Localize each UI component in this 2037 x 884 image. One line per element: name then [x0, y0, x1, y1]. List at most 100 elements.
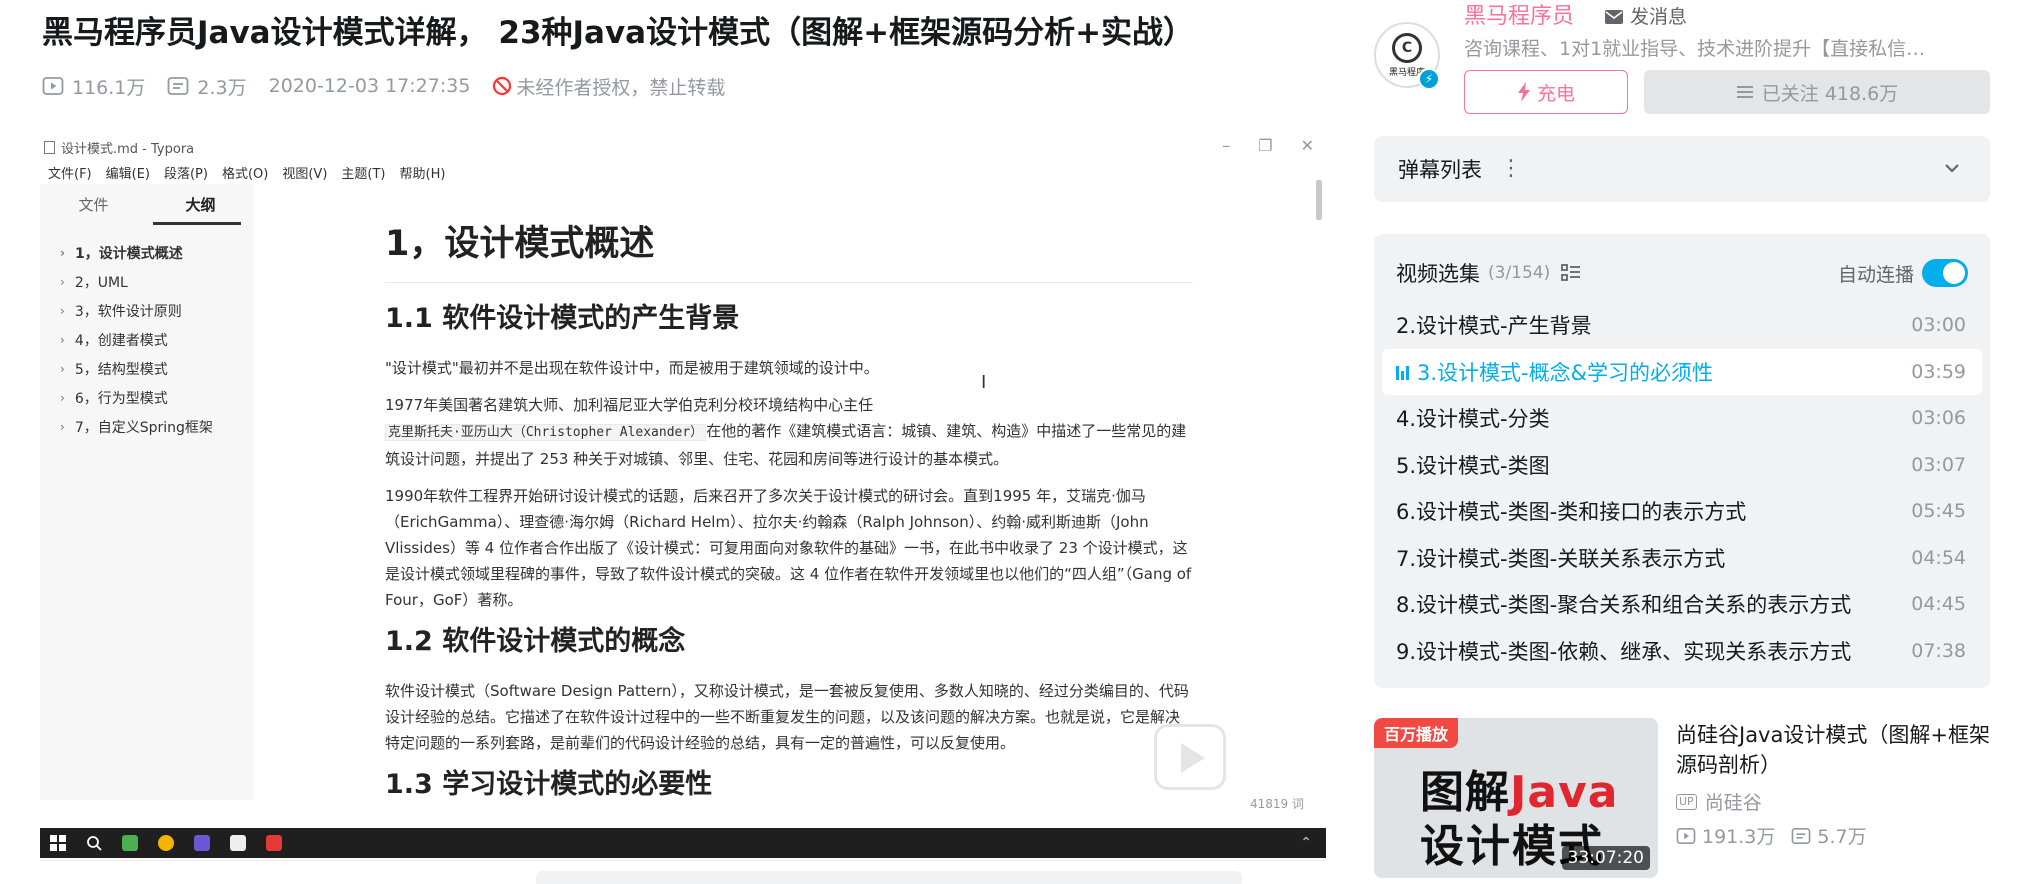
recommended-stats: 191.3万 5.7万 — [1676, 822, 1883, 849]
menu-lines-icon — [1736, 86, 1753, 98]
play-count-icon — [42, 77, 64, 95]
outline-item: › 3，软件设计原则 — [40, 296, 254, 325]
play-count-icon — [1676, 827, 1696, 844]
doc-paragraph: 1990年软件工程界开始研讨设计模式的话题，后来召开了多次关于设计模式的研讨会。… — [385, 487, 1192, 609]
autoplay-toggle[interactable] — [1922, 259, 1968, 287]
typora-icon — [230, 835, 246, 851]
outline-label: 1，设计模式概述 — [74, 245, 183, 262]
doc-paragraph: 软件设计模式（Software Design Pattern），又称设计模式，是… — [385, 682, 1189, 752]
recommended-uploader[interactable]: UP 尚硅谷 — [1676, 788, 1762, 815]
playlist-item[interactable]: 5.设计模式-类图 03:07 — [1382, 442, 1982, 489]
video-meta: 116.1万 2.3万 2020-12-03 17:27:35 未经作者授权，禁… — [42, 72, 725, 100]
menu-format: 格式(O) — [221, 166, 269, 182]
danmaku-count-text: 2.3万 — [197, 76, 247, 99]
uploader-description: 咨询课程、1对1就业指导、技术进阶提升【直接私信… — [1464, 38, 1926, 60]
recommended-title[interactable]: 尚硅谷Java设计模式（图解+框架源码剖析） — [1676, 720, 1990, 780]
recommended-views-text: 191.3万 — [1702, 826, 1776, 848]
video-playlist: 视频选集 (3/154) 自动连播 2.设计模式-产生背景 03:00 3.设计模… — [1374, 234, 1990, 688]
danmaku-count: 2.3万 — [167, 73, 247, 100]
recommended-duration: 33:07:20 — [1561, 846, 1650, 870]
playlist-header: 视频选集 (3/154) — [1396, 256, 1582, 290]
now-playing-icon — [1396, 364, 1409, 380]
typora-document: 1，设计模式概述 1.1 软件设计模式的产生背景 "设计模式"最初并不是出现在软… — [385, 220, 1193, 821]
follow-button[interactable]: 已关注 418.6万 — [1644, 70, 1990, 114]
playlist-item[interactable]: 8.设计模式-类图-聚合关系和组合关系的表示方式 04:45 — [1382, 581, 1982, 628]
windows-start-icon — [50, 835, 66, 851]
danmaku-list-label: 弹幕列表 — [1398, 158, 1482, 182]
danmaku-icon — [1792, 827, 1811, 844]
autoplay-control: 自动连播 — [1838, 256, 1968, 290]
danmaku-input-bar[interactable] — [536, 871, 1242, 884]
recommended-danmaku-text: 5.7万 — [1817, 826, 1867, 848]
episode-duration: 03:00 — [1911, 314, 1966, 337]
doc-scrollbar — [1316, 180, 1322, 220]
playlist-item[interactable]: 6.设计模式-类图-类和接口的表示方式 05:45 — [1382, 488, 1982, 535]
episode-duration: 03:06 — [1911, 407, 1966, 430]
view-count-text: 116.1万 — [72, 76, 146, 99]
recommended-uploader-name: 尚硅谷 — [1704, 792, 1762, 814]
outline-item: › 5，结构型模式 — [40, 354, 254, 383]
menu-edit: 编辑(E) — [105, 166, 150, 182]
playlist-item-active[interactable]: 3.设计模式-概念&学习的必须性 03:59 — [1382, 348, 1982, 395]
episode-title: 4.设计模式-分类 — [1396, 407, 1550, 432]
recommended-video-card[interactable]: 图解Java 设计模式 百万播放 33:07:20 尚硅谷Java设计模式（图解… — [1374, 718, 1990, 882]
playlist-item[interactable]: 7.设计模式-类图-关联关系表示方式 04:54 — [1382, 535, 1982, 582]
tray-chevron-up-icon: ⌃ — [1300, 835, 1312, 851]
mail-icon — [1605, 10, 1623, 24]
chevron-down-icon[interactable] — [1942, 158, 1962, 178]
outline-item: › 4，创建者模式 — [40, 325, 254, 354]
outline-label: 2，UML — [74, 274, 128, 291]
episode-duration: 07:38 — [1911, 639, 1966, 662]
outline-list: › 1，设计模式概述 › 2，UML › 3，软件设计原则 › 4，创建者模式 › 5，结… — [40, 238, 254, 441]
doc-heading-2: 1.2 软件设计模式的概念 — [385, 626, 686, 657]
doc-heading-2: 1.1 软件设计模式的产生背景 — [385, 303, 740, 334]
episode-title: 9.设计模式-类图-依赖、继承、实现关系表示方式 — [1396, 639, 1852, 664]
lightning-icon — [1517, 82, 1530, 102]
search-icon — [87, 836, 102, 851]
video-page: 黑马程序员Java设计模式详解， 23种Java设计模式（图解+框架源码分析+实… — [0, 0, 2037, 884]
episode-duration: 04:54 — [1911, 546, 1966, 569]
tab-files: 文件 — [78, 195, 109, 214]
more-vertical-icon[interactable]: ⋮ — [1500, 158, 1522, 180]
outline-item: › 6，行为型模式 — [40, 383, 254, 412]
playlist-item[interactable]: 4.设计模式-分类 03:06 — [1382, 395, 1982, 442]
recommended-views: 191.3万 — [1676, 822, 1775, 849]
document-icon — [44, 140, 55, 154]
playlist-items: 2.设计模式-产生背景 03:00 3.设计模式-概念&学习的必须性 03:59 4… — [1382, 302, 1982, 674]
outline-label: 7，自定义Spring框架 — [74, 419, 213, 436]
typora-titlebar: 设计模式.md - Typora – ❐ ✕ — [40, 134, 1326, 160]
danmaku-icon — [168, 77, 189, 95]
episode-title: 8.设计模式-类图-聚合关系和组合关系的表示方式 — [1396, 593, 1852, 618]
danmaku-list-bar[interactable]: 弹幕列表 ⋮ — [1374, 136, 1990, 202]
playlist-item[interactable]: 2.设计模式-产生背景 03:00 — [1382, 302, 1982, 349]
menu-file: 文件(F) — [48, 166, 92, 182]
charge-label: 充电 — [1536, 82, 1575, 105]
outline-label: 5，结构型模式 — [74, 361, 168, 378]
uploader-name[interactable]: 黑马程序员 — [1464, 2, 1574, 32]
outline-item: › 7，自定义Spring框架 — [40, 412, 254, 441]
list-view-icon[interactable] — [1560, 262, 1582, 284]
inline-code: 克里斯托夫·亚历山大（Christopher Alexander） — [385, 424, 707, 441]
charge-button[interactable]: 充电 — [1464, 70, 1628, 114]
playlist-item[interactable]: 9.设计模式-类图-依赖、继承、实现关系表示方式 07:38 — [1382, 628, 1982, 675]
typora-sidebar: 文件 大纲 › 1，设计模式概述 › 2，UML › 3，软件设计原则 › 4，创建者模… — [40, 184, 254, 800]
chevron-right-icon: › — [60, 274, 65, 289]
up-tag-icon: UP — [1676, 793, 1697, 810]
doc-paragraph: 1977年美国著名建筑大师、加利福尼亚大学伯克利分校环境结构中心主任克里斯托夫·… — [385, 392, 1193, 472]
text-cursor-icon: I — [981, 372, 987, 393]
sidebar-tabs: 文件 大纲 — [40, 184, 254, 225]
typora-menubar: 文件(F) 编辑(E) 段落(P) 格式(O) 视图(V) 主题(T) 帮助(H… — [40, 160, 1326, 184]
send-message-link[interactable]: 发消息 — [1604, 4, 1687, 30]
menu-theme: 主题(T) — [341, 166, 386, 182]
outline-item: › 2，UML — [40, 267, 254, 296]
typora-window-title: 设计模式.md - Typora — [61, 141, 195, 157]
heima-logo-icon: C — [1392, 32, 1422, 63]
doc-heading-1: 1，设计模式概述 — [385, 220, 1193, 283]
forbidden-icon — [493, 76, 512, 96]
recommended-thumbnail[interactable]: 图解Java 设计模式 百万播放 33:07:20 — [1374, 718, 1658, 878]
chevron-right-icon: › — [60, 419, 65, 434]
video-player[interactable]: 设计模式.md - Typora – ❐ ✕ 文件(F) 编辑(E) 段落(P)… — [40, 134, 1326, 858]
minimize-icon: – — [1222, 136, 1231, 155]
tab-outline: 大纲 — [185, 195, 216, 214]
doc-heading-2: 1.3 学习设计模式的必要性 — [385, 769, 713, 800]
